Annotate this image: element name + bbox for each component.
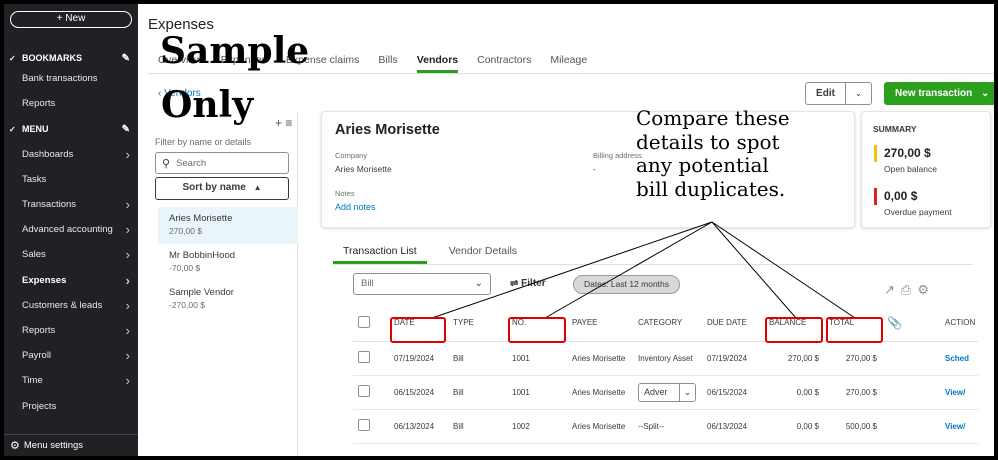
- watermark-line-2: Only: [161, 84, 254, 126]
- highlight-date: [390, 317, 446, 343]
- highlight-balance: [765, 317, 823, 343]
- annotation-line: Compare these: [636, 106, 790, 130]
- pointer-line-date: [431, 221, 713, 319]
- annotation-pointer-lines: [431, 221, 856, 319]
- annotation-line: any potential: [636, 153, 769, 177]
- watermark-line-1: Sample: [160, 30, 310, 72]
- annotation-line: bill duplicates.: [636, 176, 786, 201]
- annotation-text: Compare these details to spot any potent…: [636, 106, 790, 201]
- pointer-line-no: [544, 221, 713, 319]
- annotation-line: details to spot: [636, 129, 780, 154]
- highlight-total: [826, 317, 883, 343]
- highlight-no: [508, 317, 566, 343]
